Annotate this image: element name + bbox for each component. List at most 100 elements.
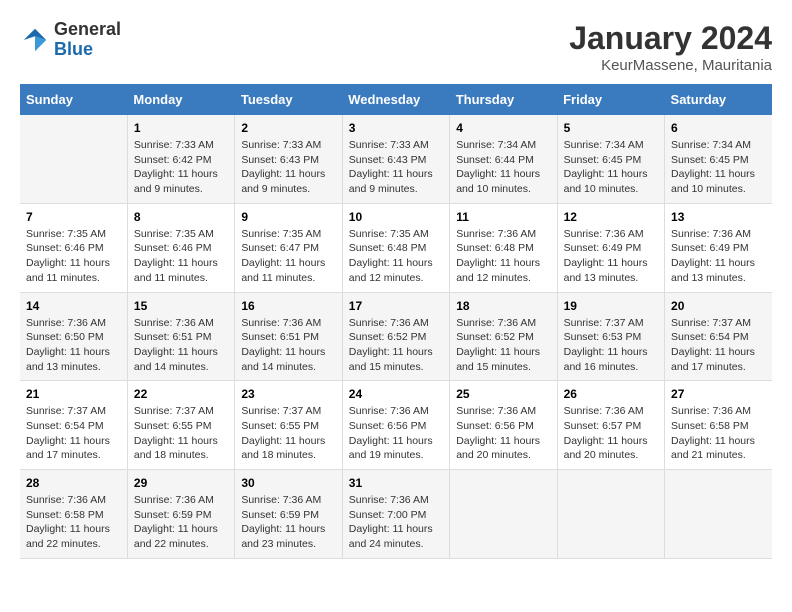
day-number: 6 (671, 121, 766, 135)
calendar-week-row: 21 Sunrise: 7:37 AM Sunset: 6:54 PM Dayli… (20, 381, 772, 470)
calendar-cell: 16Sunrise: 7:36 AM Sunset: 6:51 PM Dayli… (235, 292, 342, 381)
logo-text: General Blue (54, 20, 121, 60)
calendar-cell: 31 Sunrise: 7:36 AM Sunset: 7:00 PM Dayli… (342, 470, 449, 559)
calendar-cell: 7Sunrise: 7:35 AM Sunset: 6:46 PM Daylig… (20, 203, 127, 292)
day-info: Sunrise: 7:36 AM Sunset: 6:59 PM Dayligh… (241, 493, 335, 552)
calendar-cell: 2 Sunrise: 7:33 AM Sunset: 6:43 PM Daylig… (235, 115, 342, 203)
day-number: 28 (26, 476, 121, 490)
calendar-cell: 24Sunrise: 7:36 AM Sunset: 6:56 PM Dayli… (342, 381, 449, 470)
day-info: Sunrise: 7:36 AM Sunset: 6:56 PM Dayligh… (456, 404, 550, 463)
day-number: 27 (671, 387, 766, 401)
logo-general-text: General (54, 20, 121, 40)
weekday-header: Tuesday (235, 84, 342, 115)
day-info: Sunrise: 7:35 AM Sunset: 6:48 PM Dayligh… (349, 227, 443, 286)
day-number: 18 (456, 299, 550, 313)
day-number: 13 (671, 210, 766, 224)
day-info: Sunrise: 7:36 AM Sunset: 7:00 PM Dayligh… (349, 493, 443, 552)
day-info: Sunrise: 7:36 AM Sunset: 6:49 PM Dayligh… (671, 227, 766, 286)
calendar-cell: 18 Sunrise: 7:36 AM Sunset: 6:52 PM Dayli… (450, 292, 557, 381)
day-number: 4 (456, 121, 550, 135)
day-info: Sunrise: 7:37 AM Sunset: 6:55 PM Dayligh… (134, 404, 228, 463)
calendar-cell: 1Sunrise: 7:33 AM Sunset: 6:42 PM Daylig… (127, 115, 234, 203)
day-info: Sunrise: 7:37 AM Sunset: 6:54 PM Dayligh… (26, 404, 121, 463)
weekday-header: Wednesday (342, 84, 449, 115)
calendar-cell: 15 Sunrise: 7:36 AM Sunset: 6:51 PM Dayli… (127, 292, 234, 381)
calendar-week-row: 28Sunrise: 7:36 AM Sunset: 6:58 PM Dayli… (20, 470, 772, 559)
calendar-cell: 27 Sunrise: 7:36 AM Sunset: 6:58 PM Dayli… (665, 381, 772, 470)
calendar-cell: 19Sunrise: 7:37 AM Sunset: 6:53 PM Dayli… (557, 292, 664, 381)
calendar-cell: 9Sunrise: 7:35 AM Sunset: 6:47 PM Daylig… (235, 203, 342, 292)
calendar-cell: 14 Sunrise: 7:36 AM Sunset: 6:50 PM Dayli… (20, 292, 127, 381)
day-number: 14 (26, 299, 121, 313)
calendar-cell (557, 470, 664, 559)
calendar-week-row: 7 Sunrise: 7:35 AM Sunset: 6:46 PM Daylig… (20, 203, 772, 292)
day-number: 8 (134, 210, 228, 224)
calendar-cell (665, 470, 772, 559)
title-area: January 2024 KeurMassene, Mauritania (569, 20, 772, 74)
header-row: SundayMondayTuesdayWednesdayThursdayFrid… (20, 84, 772, 115)
day-info: Sunrise: 7:36 AM Sunset: 6:51 PM Dayligh… (241, 316, 335, 375)
day-number: 15 (134, 299, 228, 313)
day-info: Sunrise: 7:35 AM Sunset: 6:46 PM Dayligh… (134, 227, 228, 286)
calendar-cell: 28Sunrise: 7:36 AM Sunset: 6:58 PM Dayli… (20, 470, 127, 559)
day-info: Sunrise: 7:36 AM Sunset: 6:49 PM Dayligh… (564, 227, 658, 286)
day-info: Sunrise: 7:34 AM Sunset: 6:45 PM Dayligh… (671, 138, 766, 197)
calendar-week-row: 1Sunrise: 7:33 AM Sunset: 6:42 PM Daylig… (20, 115, 772, 203)
day-info: Sunrise: 7:37 AM Sunset: 6:55 PM Dayligh… (241, 404, 335, 463)
calendar-cell: 25Sunrise: 7:36 AM Sunset: 6:56 PM Dayli… (450, 381, 557, 470)
subtitle: KeurMassene, Mauritania (569, 57, 772, 74)
calendar-cell: 5Sunrise: 7:34 AM Sunset: 6:45 PM Daylig… (557, 115, 664, 203)
day-number: 30 (241, 476, 335, 490)
calendar-cell: 8 Sunrise: 7:35 AM Sunset: 6:46 PM Daylig… (127, 203, 234, 292)
day-number: 11 (456, 210, 550, 224)
day-info: Sunrise: 7:36 AM Sunset: 6:50 PM Dayligh… (26, 316, 121, 375)
day-number: 24 (349, 387, 443, 401)
day-info: Sunrise: 7:34 AM Sunset: 6:44 PM Dayligh… (456, 138, 550, 197)
calendar-cell: 4 Sunrise: 7:34 AM Sunset: 6:44 PM Daylig… (450, 115, 557, 203)
calendar-cell: 26Sunrise: 7:36 AM Sunset: 6:57 PM Dayli… (557, 381, 664, 470)
calendar-cell (20, 115, 127, 203)
calendar-cell: 23 Sunrise: 7:37 AM Sunset: 6:55 PM Dayli… (235, 381, 342, 470)
day-number: 2 (241, 121, 335, 135)
main-title: January 2024 (569, 20, 772, 57)
calendar-cell: 17 Sunrise: 7:36 AM Sunset: 6:52 PM Dayli… (342, 292, 449, 381)
calendar-cell: 10 Sunrise: 7:35 AM Sunset: 6:48 PM Dayli… (342, 203, 449, 292)
page-header: General Blue January 2024 KeurMassene, M… (20, 20, 772, 74)
weekday-header: Sunday (20, 84, 127, 115)
calendar-cell (450, 470, 557, 559)
day-info: Sunrise: 7:37 AM Sunset: 6:54 PM Dayligh… (671, 316, 766, 375)
calendar-cell: 13 Sunrise: 7:36 AM Sunset: 6:49 PM Dayli… (665, 203, 772, 292)
day-number: 3 (349, 121, 443, 135)
day-info: Sunrise: 7:36 AM Sunset: 6:52 PM Dayligh… (349, 316, 443, 375)
calendar-cell: 22 Sunrise: 7:37 AM Sunset: 6:55 PM Dayli… (127, 381, 234, 470)
day-number: 29 (134, 476, 228, 490)
day-info: Sunrise: 7:36 AM Sunset: 6:58 PM Dayligh… (671, 404, 766, 463)
day-number: 17 (349, 299, 443, 313)
calendar-cell: 20 Sunrise: 7:37 AM Sunset: 6:54 PM Dayli… (665, 292, 772, 381)
day-number: 22 (134, 387, 228, 401)
day-info: Sunrise: 7:33 AM Sunset: 6:43 PM Dayligh… (241, 138, 335, 197)
day-number: 20 (671, 299, 766, 313)
weekday-header: Friday (557, 84, 664, 115)
day-number: 7 (26, 210, 121, 224)
logo-blue-text: Blue (54, 40, 121, 60)
day-info: Sunrise: 7:36 AM Sunset: 6:52 PM Dayligh… (456, 316, 550, 375)
day-number: 21 (26, 387, 121, 401)
logo: General Blue (20, 20, 121, 60)
day-number: 19 (564, 299, 658, 313)
day-number: 23 (241, 387, 335, 401)
day-info: Sunrise: 7:34 AM Sunset: 6:45 PM Dayligh… (564, 138, 658, 197)
calendar-cell: 3 Sunrise: 7:33 AM Sunset: 6:43 PM Daylig… (342, 115, 449, 203)
day-number: 10 (349, 210, 443, 224)
calendar-cell: 11Sunrise: 7:36 AM Sunset: 6:48 PM Dayli… (450, 203, 557, 292)
calendar-week-row: 14 Sunrise: 7:36 AM Sunset: 6:50 PM Dayli… (20, 292, 772, 381)
weekday-header: Monday (127, 84, 234, 115)
day-info: Sunrise: 7:36 AM Sunset: 6:57 PM Dayligh… (564, 404, 658, 463)
day-number: 31 (349, 476, 443, 490)
calendar-cell: 30 Sunrise: 7:36 AM Sunset: 6:59 PM Dayli… (235, 470, 342, 559)
day-info: Sunrise: 7:33 AM Sunset: 6:43 PM Dayligh… (349, 138, 443, 197)
weekday-header: Thursday (450, 84, 557, 115)
day-info: Sunrise: 7:36 AM Sunset: 6:51 PM Dayligh… (134, 316, 228, 375)
day-number: 9 (241, 210, 335, 224)
calendar-cell: 21 Sunrise: 7:37 AM Sunset: 6:54 PM Dayli… (20, 381, 127, 470)
